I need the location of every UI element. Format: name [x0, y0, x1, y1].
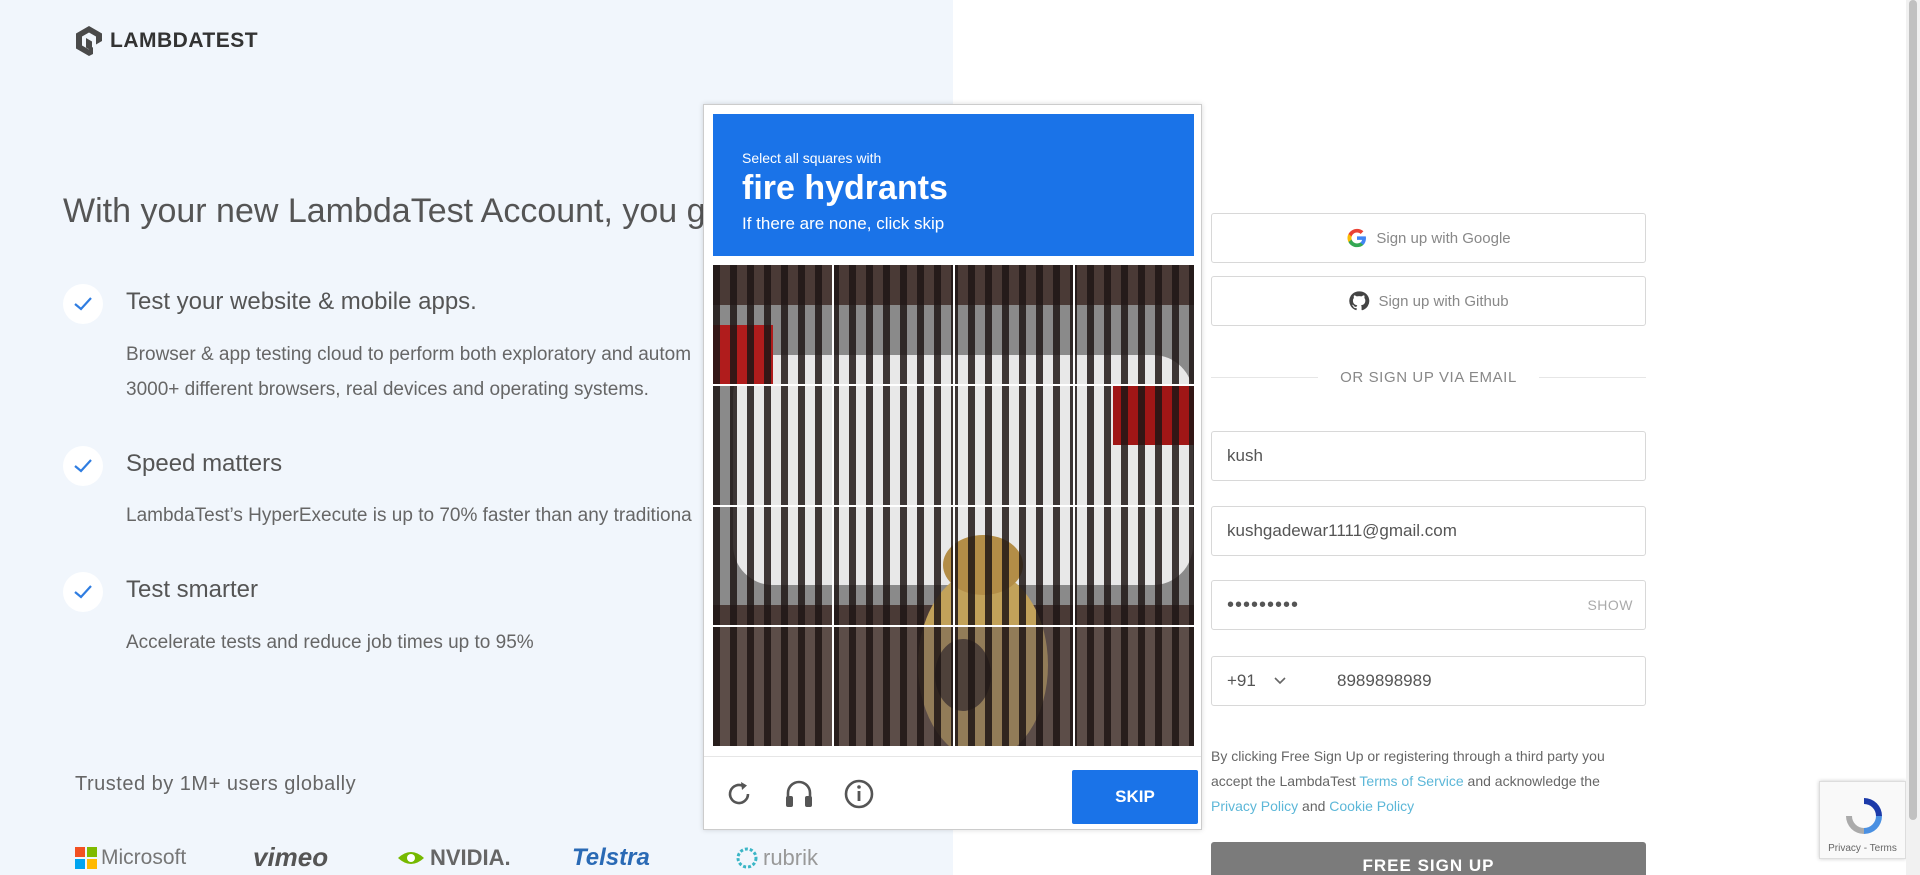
check-icon [63, 446, 103, 486]
recaptcha-badge[interactable]: Privacy - Terms [1819, 781, 1906, 859]
feature-title: Test your website & mobile apps. [126, 288, 477, 315]
password-value: ••••••••• [1227, 593, 1300, 616]
or-divider: OR SIGN UP VIA EMAIL [1211, 367, 1646, 387]
audio-icon[interactable] [781, 776, 817, 812]
captcha-tile[interactable] [833, 265, 953, 384]
recaptcha-links[interactable]: Privacy - Terms [1820, 843, 1905, 854]
brand-logos: Microsoft vimeo NVIDIA. Telstra rubrik [75, 842, 855, 873]
scrollbar-thumb[interactable] [1909, 0, 1917, 820]
rubrik-logo-icon [736, 847, 758, 868]
nvidia-eye-icon [398, 851, 424, 864]
github-signup-button[interactable]: Sign up with Github [1211, 276, 1646, 326]
github-signup-label: Sign up with Github [1378, 292, 1509, 310]
reload-icon[interactable] [721, 776, 757, 812]
password-field[interactable]: ••••••••• SHOW [1211, 580, 1646, 630]
privacy-link[interactable]: Privacy Policy [1211, 798, 1298, 814]
captcha-tile[interactable] [713, 265, 832, 384]
captcha-tile[interactable] [713, 385, 832, 505]
lambdatest-logo-icon [76, 26, 102, 56]
check-icon [63, 572, 103, 612]
captcha-tile[interactable] [833, 627, 953, 746]
captcha-tile[interactable] [954, 385, 1074, 505]
captcha-tile[interactable] [954, 265, 1074, 384]
feature-description: Browser & app testing cloud to perform b… [126, 344, 692, 365]
feature-title: Test smarter [126, 576, 259, 603]
or-divider-text: OR SIGN UP VIA EMAIL [1340, 368, 1517, 386]
show-password-toggle[interactable]: SHOW [1587, 597, 1633, 613]
cookie-link[interactable]: Cookie Policy [1329, 798, 1414, 814]
name-field[interactable]: kush [1211, 431, 1646, 481]
info-icon[interactable] [841, 776, 877, 812]
github-icon [1349, 291, 1370, 311]
microsoft-logo-icon [75, 846, 97, 869]
page-headline: With your new LambdaTest Account, you ge… [63, 192, 734, 230]
captcha-subtext: If there are none, click skip [742, 214, 945, 233]
captcha-tile[interactable] [1075, 627, 1194, 746]
captcha-tile[interactable] [713, 627, 832, 746]
country-code-select[interactable]: +91 [1227, 671, 1327, 691]
free-signup-button[interactable]: FREE SIGN UP [1211, 842, 1646, 875]
captcha-grid [713, 265, 1194, 746]
captcha-tile[interactable] [833, 506, 953, 626]
feature-description: LambdaTest’s HyperExecute is up to 70% f… [126, 505, 692, 526]
page-scrollbar[interactable] [1906, 0, 1920, 875]
brand-name: LAMBDATEST [110, 29, 259, 52]
captcha-tile[interactable] [1075, 265, 1194, 384]
recaptcha-icon [1846, 798, 1882, 834]
captcha-challenge: Select all squares with fire hydrants If… [703, 104, 1202, 830]
phone-value: 8989898989 [1337, 671, 1432, 690]
vimeo-logo: vimeo [253, 842, 329, 872]
google-icon [1347, 228, 1367, 248]
captcha-divider [704, 756, 1201, 757]
feature-description: 3000+ different browsers, real devices a… [126, 379, 649, 400]
telstra-logo: Telstra [572, 843, 650, 871]
google-signup-button[interactable]: Sign up with Google [1211, 213, 1646, 263]
check-icon [63, 284, 103, 324]
country-code-value: +91 [1227, 671, 1256, 690]
email-field[interactable]: kushgadewar1111@gmail.com [1211, 506, 1646, 556]
captcha-tile[interactable] [954, 506, 1074, 626]
microsoft-logo: Microsoft [75, 846, 253, 870]
email-value: kushgadewar1111@gmail.com [1227, 521, 1457, 540]
captcha-instruction: Select all squares with [742, 150, 882, 166]
name-value: kush [1227, 446, 1263, 465]
captcha-tile[interactable] [833, 385, 953, 505]
phone-field[interactable]: +91 8989898989 [1211, 656, 1646, 706]
trusted-by-text: Trusted by 1M+ users globally [75, 773, 357, 795]
google-signup-label: Sign up with Google [1376, 229, 1511, 247]
captcha-tile[interactable] [1075, 506, 1194, 626]
free-signup-label: FREE SIGN UP [1362, 856, 1495, 875]
chevron-down-icon [1274, 677, 1286, 685]
captcha-tile[interactable] [954, 627, 1074, 746]
captcha-tile[interactable] [713, 506, 832, 626]
lambdatest-logo[interactable]: LAMBDATEST [74, 24, 258, 58]
feature-description: Accelerate tests and reduce job times up… [126, 632, 534, 653]
legal-text: By clicking Free Sign Up or registering … [1211, 748, 1605, 814]
nvidia-logo: NVIDIA. [396, 845, 572, 871]
terms-link[interactable]: Terms of Service [1359, 773, 1463, 789]
skip-button[interactable]: SKIP [1072, 770, 1198, 824]
captcha-tile[interactable] [1075, 385, 1194, 505]
captcha-header: Select all squares with fire hydrants If… [713, 114, 1194, 256]
captcha-target: fire hydrants [742, 169, 948, 207]
feature-title: Speed matters [126, 450, 283, 477]
rubrik-logo: rubrik [735, 845, 855, 871]
